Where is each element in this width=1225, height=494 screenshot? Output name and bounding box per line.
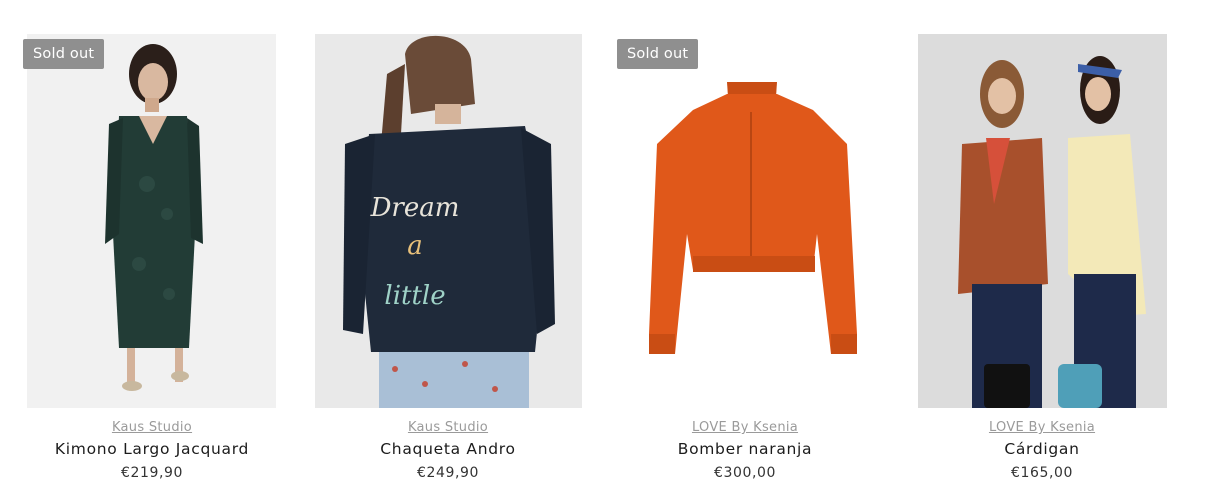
jacket-print-word-1: Dream [370, 193, 460, 223]
product-image-cardigan[interactable] [918, 34, 1167, 408]
product-card-bomber[interactable]: Sold out LOVE By Ksenia Bomber naranja €… [600, 34, 890, 494]
product-card-cardigan[interactable]: LOVE By Ksenia Cárdigan €165,00 [897, 34, 1187, 494]
product-vendor-link[interactable]: LOVE By Ksenia [600, 420, 890, 435]
product-vendor-link[interactable]: Kaus Studio [7, 420, 297, 435]
product-price: €249,90 [416, 465, 480, 481]
product-image-kimono[interactable] [27, 34, 276, 408]
product-image-bomber[interactable] [617, 34, 887, 408]
product-vendor-link[interactable]: Kaus Studio [303, 420, 593, 435]
product-title[interactable]: Chaqueta Andro [303, 440, 593, 458]
product-title[interactable]: Bomber naranja [600, 440, 890, 458]
sold-out-badge: Sold out [23, 39, 105, 69]
product-price: €300,00 [713, 465, 777, 481]
jacket-print-word-3: little [384, 281, 445, 311]
product-image-chaqueta[interactable]: Dream a little [315, 34, 582, 408]
product-card-kimono[interactable]: Sold out Kaus Studio Kimono Largo Jacqua… [0, 34, 290, 494]
product-price: €165,00 [1010, 465, 1074, 481]
jacket-print-word-2: a [407, 231, 423, 261]
product-card-chaqueta[interactable]: Dream a little Kaus Studio Chaqueta Andr… [303, 34, 593, 494]
product-price: €219,90 [120, 465, 184, 481]
product-title[interactable]: Kimono Largo Jacquard [7, 440, 297, 458]
product-grid: Sold out Kaus Studio Kimono Largo Jacqua… [0, 0, 1225, 494]
product-title[interactable]: Cárdigan [897, 440, 1187, 458]
product-vendor-link[interactable]: LOVE By Ksenia [897, 420, 1187, 435]
sold-out-badge: Sold out [617, 39, 699, 69]
